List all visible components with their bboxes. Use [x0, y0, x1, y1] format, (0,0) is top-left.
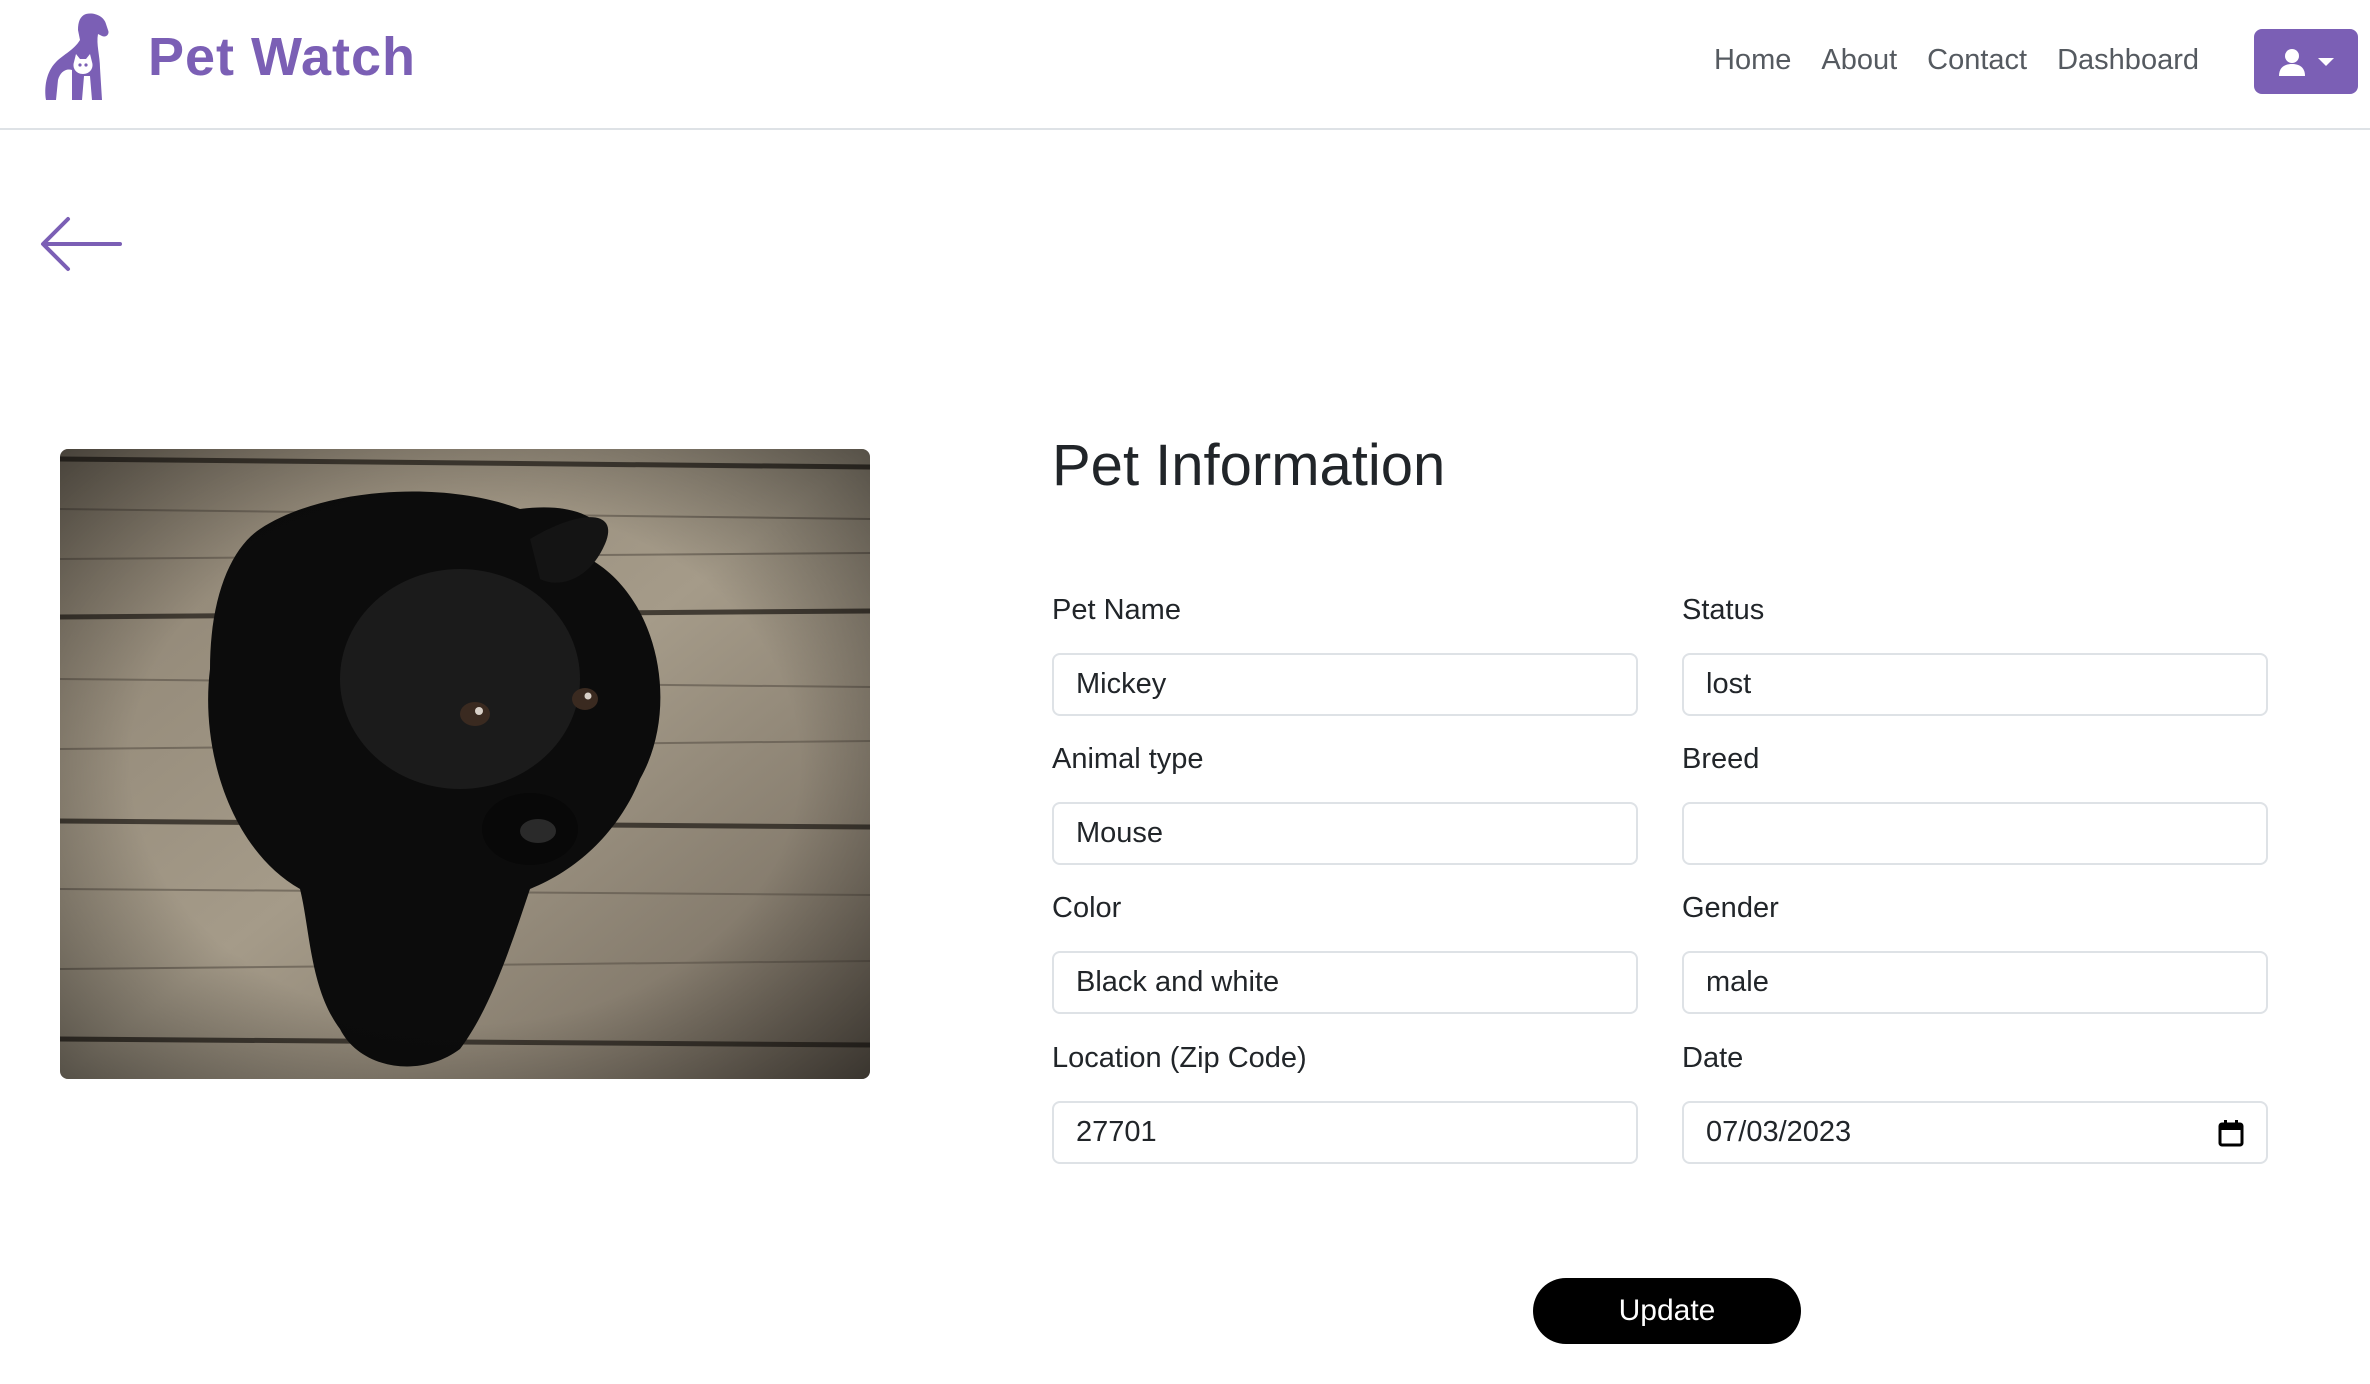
color-input-box[interactable]: Black and white	[1052, 951, 1638, 1014]
date-label: Date	[1682, 1042, 1744, 1074]
user-menu-button[interactable]	[2254, 29, 2358, 94]
brand[interactable]: Pet Watch	[34, 10, 416, 104]
calendar-icon[interactable]	[2218, 1119, 2244, 1147]
update-button[interactable]: Update	[1533, 1278, 1801, 1344]
pet-name-field: Pet Name Mickey	[1052, 594, 1638, 716]
status-field: Status lost	[1682, 594, 2268, 716]
date-field: Date 07/03/2023	[1682, 1042, 2268, 1164]
pet-watch-logo-icon	[45, 13, 109, 100]
pet-name-label: Pet Name	[1052, 594, 1181, 626]
gender-input[interactable]: male	[1706, 966, 1769, 999]
nav-link-dashboard[interactable]: Dashboard	[2057, 44, 2199, 77]
location-field: Location (Zip Code) 27701	[1052, 1042, 1638, 1164]
nav-link-contact[interactable]: Contact	[1927, 44, 2027, 77]
nav-links: Home About Contact Dashboard	[1714, 44, 2229, 77]
caret-down-icon	[2318, 57, 2334, 66]
breed-input-box[interactable]	[1682, 802, 2268, 865]
pet-photo	[60, 449, 870, 1079]
location-label: Location (Zip Code)	[1052, 1042, 1307, 1074]
status-input[interactable]: lost	[1706, 668, 1751, 701]
location-input-box[interactable]: 27701	[1052, 1101, 1638, 1164]
breed-field: Breed	[1682, 743, 2268, 865]
arrow-left-icon[interactable]	[38, 214, 124, 274]
color-input[interactable]: Black and white	[1076, 966, 1279, 999]
pet-photo-image	[60, 449, 870, 1079]
pet-name-input-box[interactable]: Mickey	[1052, 653, 1638, 716]
nav-link-home[interactable]: Home	[1714, 44, 1791, 77]
breed-label: Breed	[1682, 743, 1760, 775]
pet-name-input[interactable]: Mickey	[1076, 668, 1166, 701]
gender-input-box[interactable]: male	[1682, 951, 2268, 1014]
nav-link-about[interactable]: About	[1821, 44, 1897, 77]
animal-type-label: Animal type	[1052, 743, 1204, 775]
user-icon	[2279, 48, 2305, 76]
animal-type-input-box[interactable]: Mouse	[1052, 802, 1638, 865]
date-input-box[interactable]: 07/03/2023	[1682, 1101, 2268, 1164]
gender-label: Gender	[1682, 892, 1779, 924]
animal-type-input[interactable]: Mouse	[1076, 817, 1163, 850]
navbar: Pet Watch Home About Contact Dashboard	[0, 0, 2370, 130]
animal-type-field: Animal type Mouse	[1052, 743, 1638, 865]
color-field: Color Black and white	[1052, 892, 1638, 1014]
page-title: Pet Information	[1052, 433, 1446, 498]
location-input[interactable]: 27701	[1076, 1116, 1157, 1149]
color-label: Color	[1052, 892, 1122, 924]
status-label: Status	[1682, 594, 1765, 626]
date-input[interactable]: 07/03/2023	[1706, 1116, 1851, 1149]
status-input-box[interactable]: lost	[1682, 653, 2268, 716]
brand-name: Pet Watch	[148, 27, 417, 87]
gender-field: Gender male	[1682, 892, 2268, 1014]
